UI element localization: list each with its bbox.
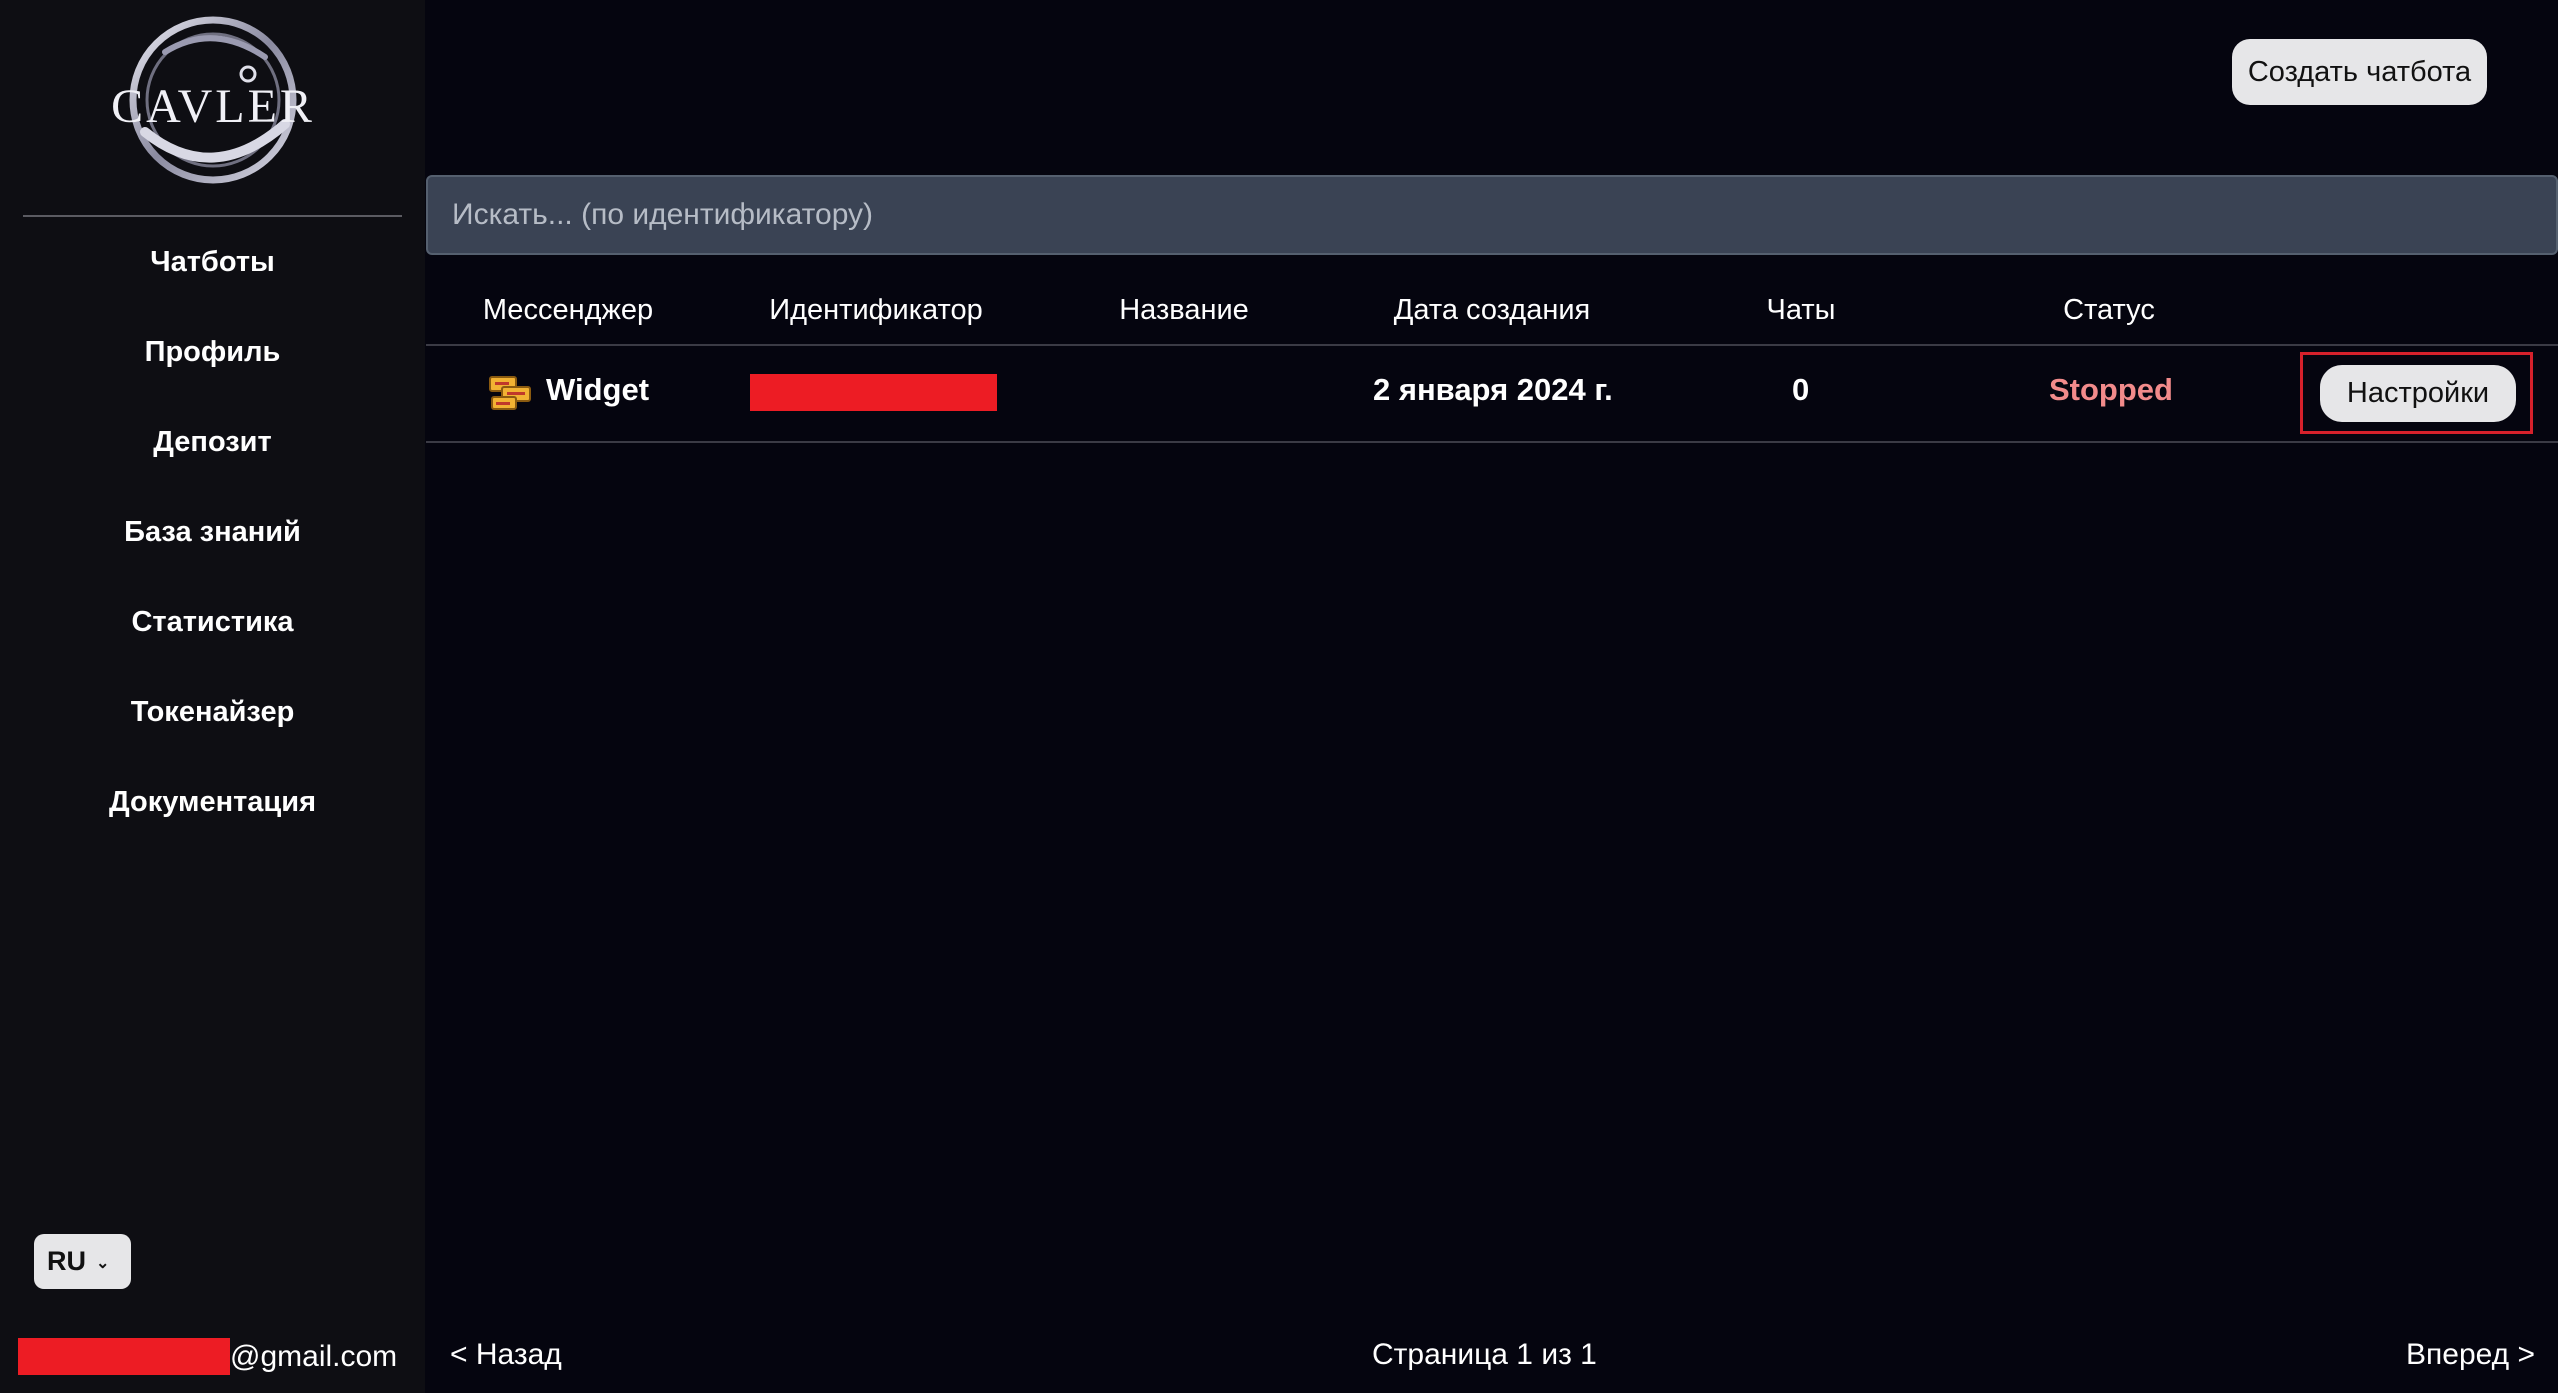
messenger-cell: Widget xyxy=(546,372,650,407)
settings-button[interactable]: Настройки xyxy=(2320,365,2516,422)
svg-text:CAVLER: CAVLER xyxy=(111,80,315,133)
nav-chatbots[interactable]: Чатботы xyxy=(0,246,425,279)
chevron-down-icon: ⌄ xyxy=(96,1254,110,1272)
column-header-messenger: Мессенджер xyxy=(482,294,654,326)
language-value: RU xyxy=(47,1246,86,1276)
table-row-divider xyxy=(426,441,2558,443)
sidebar-divider xyxy=(23,215,402,217)
pagination-next[interactable]: Вперед > xyxy=(2406,1338,2535,1372)
nav-documentation[interactable]: Документация xyxy=(0,786,425,819)
column-header-chats: Чаты xyxy=(1766,294,1836,326)
status-badge: Stopped xyxy=(2049,372,2173,407)
create-chatbot-button[interactable]: Создать чатбота xyxy=(2232,39,2487,105)
widget-chat-icon xyxy=(489,376,531,410)
created-date-cell: 2 января 2024 г. xyxy=(1373,372,1613,407)
email-redaction xyxy=(18,1338,230,1375)
nav-tokenizer[interactable]: Токенайзер xyxy=(0,696,425,729)
search-input[interactable] xyxy=(426,175,2558,255)
nav-profile[interactable]: Профиль xyxy=(0,336,425,369)
nav-deposit[interactable]: Депозит xyxy=(0,426,425,459)
column-header-created: Дата создания xyxy=(1393,294,1591,326)
column-header-status: Статус xyxy=(2063,294,2155,326)
pagination-prev[interactable]: < Назад xyxy=(450,1338,562,1372)
identifier-redaction xyxy=(750,374,997,411)
pagination-info: Страница 1 из 1 xyxy=(1372,1338,1597,1371)
language-select[interactable]: RU ⌄ xyxy=(34,1234,131,1289)
cavler-logo[interactable]: CAVLER xyxy=(105,12,321,188)
nav-statistics[interactable]: Статистика xyxy=(0,606,425,639)
column-header-identifier: Идентификатор xyxy=(769,294,983,326)
column-header-name: Название xyxy=(1119,294,1249,326)
nav-knowledge-base[interactable]: База знаний xyxy=(0,516,425,549)
chats-count-cell: 0 xyxy=(1792,372,1810,407)
user-email: @gmail.com xyxy=(230,1340,398,1373)
table-header-divider xyxy=(426,344,2558,346)
sidebar: CAVLER Чатботы Профиль Депозит База знан… xyxy=(0,0,425,1393)
